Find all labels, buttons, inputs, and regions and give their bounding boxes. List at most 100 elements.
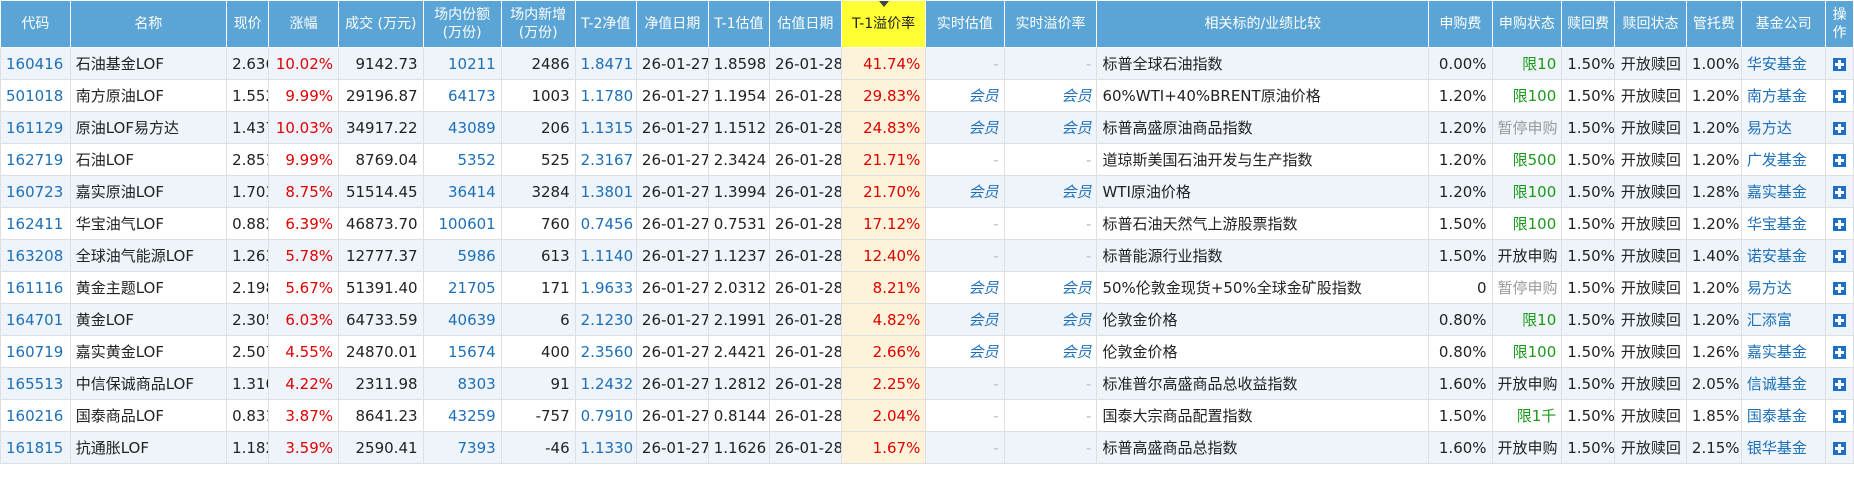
cell-company[interactable]: 银华基金 [1740,431,1827,464]
cell-rt-est[interactable]: 会员 [925,271,1005,304]
column-header-benchmark[interactable]: 相关标的/业绩比较 [1096,0,1430,48]
cell-code[interactable]: 165513 [0,367,71,400]
cell-nav-t2[interactable]: 1.2432 [574,367,637,400]
cell-rt-est[interactable]: 会员 [925,175,1005,208]
column-header-red-fee[interactable]: 赎回费 [1561,0,1616,48]
add-icon[interactable] [1833,345,1847,359]
cell-nav-t2[interactable]: 0.7910 [574,399,637,432]
cell-nav-t2[interactable]: 1.8471 [574,47,637,80]
add-icon[interactable] [1833,377,1847,391]
cell-nav-t2[interactable]: 1.1315 [574,111,637,144]
cell-company[interactable]: 华安基金 [1740,47,1827,80]
column-header-est-t1[interactable]: T-1估值 [707,0,771,48]
cell-nav-t2[interactable]: 1.9633 [574,271,637,304]
cell-company[interactable]: 国泰基金 [1740,399,1827,432]
cell-est-date: 26-01-28 [769,175,842,208]
cell-nav-t2[interactable]: 2.3167 [574,143,637,176]
column-header-sub-status[interactable]: 申购状态 [1491,0,1563,48]
cell-shares[interactable]: 21705 [422,271,502,304]
add-icon[interactable] [1833,185,1847,199]
cell-code[interactable]: 163208 [0,239,71,272]
column-header-premium-t1[interactable]: T-1溢价率 [840,0,927,48]
cell-code[interactable]: 160216 [0,399,71,432]
cell-shares[interactable]: 5986 [422,239,502,272]
column-header-volume[interactable]: 成交 (万元) [338,0,424,48]
column-header-shares[interactable]: 场内份额 (万份) [422,0,502,48]
cell-nav-t2[interactable]: 1.1780 [574,79,637,112]
add-icon[interactable] [1833,281,1847,295]
cell-code[interactable]: 160723 [0,175,71,208]
add-icon[interactable] [1833,89,1847,103]
cell-nav-t2[interactable]: 0.7456 [574,207,637,240]
cell-code[interactable]: 162411 [0,207,71,240]
cell-rt-premium[interactable]: 会员 [1003,175,1098,208]
cell-rt-premium[interactable]: 会员 [1003,79,1098,112]
add-icon[interactable] [1833,153,1847,167]
add-icon[interactable] [1833,249,1847,263]
cell-rt-est[interactable]: 会员 [925,111,1005,144]
cell-rt-premium[interactable]: 会员 [1003,271,1098,304]
cell-code[interactable]: 161815 [0,431,71,464]
cell-company[interactable]: 南方基金 [1740,79,1827,112]
column-header-custody-fee[interactable]: 管托费 [1685,0,1742,48]
cell-rt-premium[interactable]: 会员 [1003,111,1098,144]
cell-rt-premium[interactable]: 会员 [1003,303,1098,336]
add-icon[interactable] [1833,217,1847,231]
add-icon[interactable] [1833,409,1847,423]
cell-nav-t2[interactable]: 1.1330 [574,431,637,464]
column-header-rt-premium[interactable]: 实时溢价率 [1003,0,1098,48]
column-header-price[interactable]: 现价 [226,0,270,48]
column-header-sub-fee[interactable]: 申购费 [1428,0,1493,48]
cell-shares[interactable]: 43259 [422,399,502,432]
cell-rt-premium[interactable]: 会员 [1003,335,1098,368]
cell-company[interactable]: 易方达 [1740,111,1827,144]
cell-nav-t2[interactable]: 2.3560 [574,335,637,368]
cell-nav-t2[interactable]: 2.1230 [574,303,637,336]
cell-shares[interactable]: 40639 [422,303,502,336]
add-icon[interactable] [1833,313,1847,327]
cell-company[interactable]: 华宝基金 [1740,207,1827,240]
cell-company[interactable]: 嘉实基金 [1740,335,1827,368]
cell-company[interactable]: 信诚基金 [1740,367,1827,400]
cell-code[interactable]: 160416 [0,47,71,80]
cell-company[interactable]: 嘉实基金 [1740,175,1827,208]
cell-company[interactable]: 诺安基金 [1740,239,1827,272]
cell-code[interactable]: 164701 [0,303,71,336]
cell-code[interactable]: 160719 [0,335,71,368]
cell-company[interactable]: 易方达 [1740,271,1827,304]
cell-shares[interactable]: 36414 [422,175,502,208]
column-header-rt-est[interactable]: 实时估值 [925,0,1005,48]
column-header-change[interactable]: 涨幅 [268,0,340,48]
column-header-est-date[interactable]: 估值日期 [769,0,842,48]
cell-shares[interactable]: 7393 [422,431,502,464]
cell-shares[interactable]: 10211 [422,47,502,80]
column-header-red-status[interactable]: 赎回状态 [1614,0,1687,48]
add-icon[interactable] [1833,57,1847,71]
column-header-nav-t2[interactable]: T-2净值 [574,0,637,48]
add-icon[interactable] [1833,121,1847,135]
cell-shares[interactable]: 5352 [422,143,502,176]
cell-rt-est[interactable]: 会员 [925,303,1005,336]
cell-company[interactable]: 广发基金 [1740,143,1827,176]
column-header-new-shares[interactable]: 场内新增 (万份) [500,0,576,48]
cell-code[interactable]: 161116 [0,271,71,304]
cell-shares[interactable]: 43089 [422,111,502,144]
cell-shares[interactable]: 64173 [422,79,502,112]
column-header-company[interactable]: 基金公司 [1740,0,1827,48]
cell-rt-est[interactable]: 会员 [925,335,1005,368]
cell-code[interactable]: 501018 [0,79,71,112]
column-header-op[interactable]: 操作 [1825,0,1854,48]
column-header-code[interactable]: 代码 [0,0,71,48]
cell-nav-t2[interactable]: 1.1140 [574,239,637,272]
cell-shares[interactable]: 8303 [422,367,502,400]
cell-code[interactable]: 162719 [0,143,71,176]
cell-rt-est[interactable]: 会员 [925,79,1005,112]
cell-shares[interactable]: 100601 [422,207,502,240]
add-icon[interactable] [1833,441,1847,455]
cell-nav-t2[interactable]: 1.3801 [574,175,637,208]
column-header-name[interactable]: 名称 [69,0,228,48]
cell-shares[interactable]: 15674 [422,335,502,368]
cell-code[interactable]: 161129 [0,111,71,144]
column-header-nav-date[interactable]: 净值日期 [635,0,709,48]
cell-company[interactable]: 汇添富 [1740,303,1827,336]
